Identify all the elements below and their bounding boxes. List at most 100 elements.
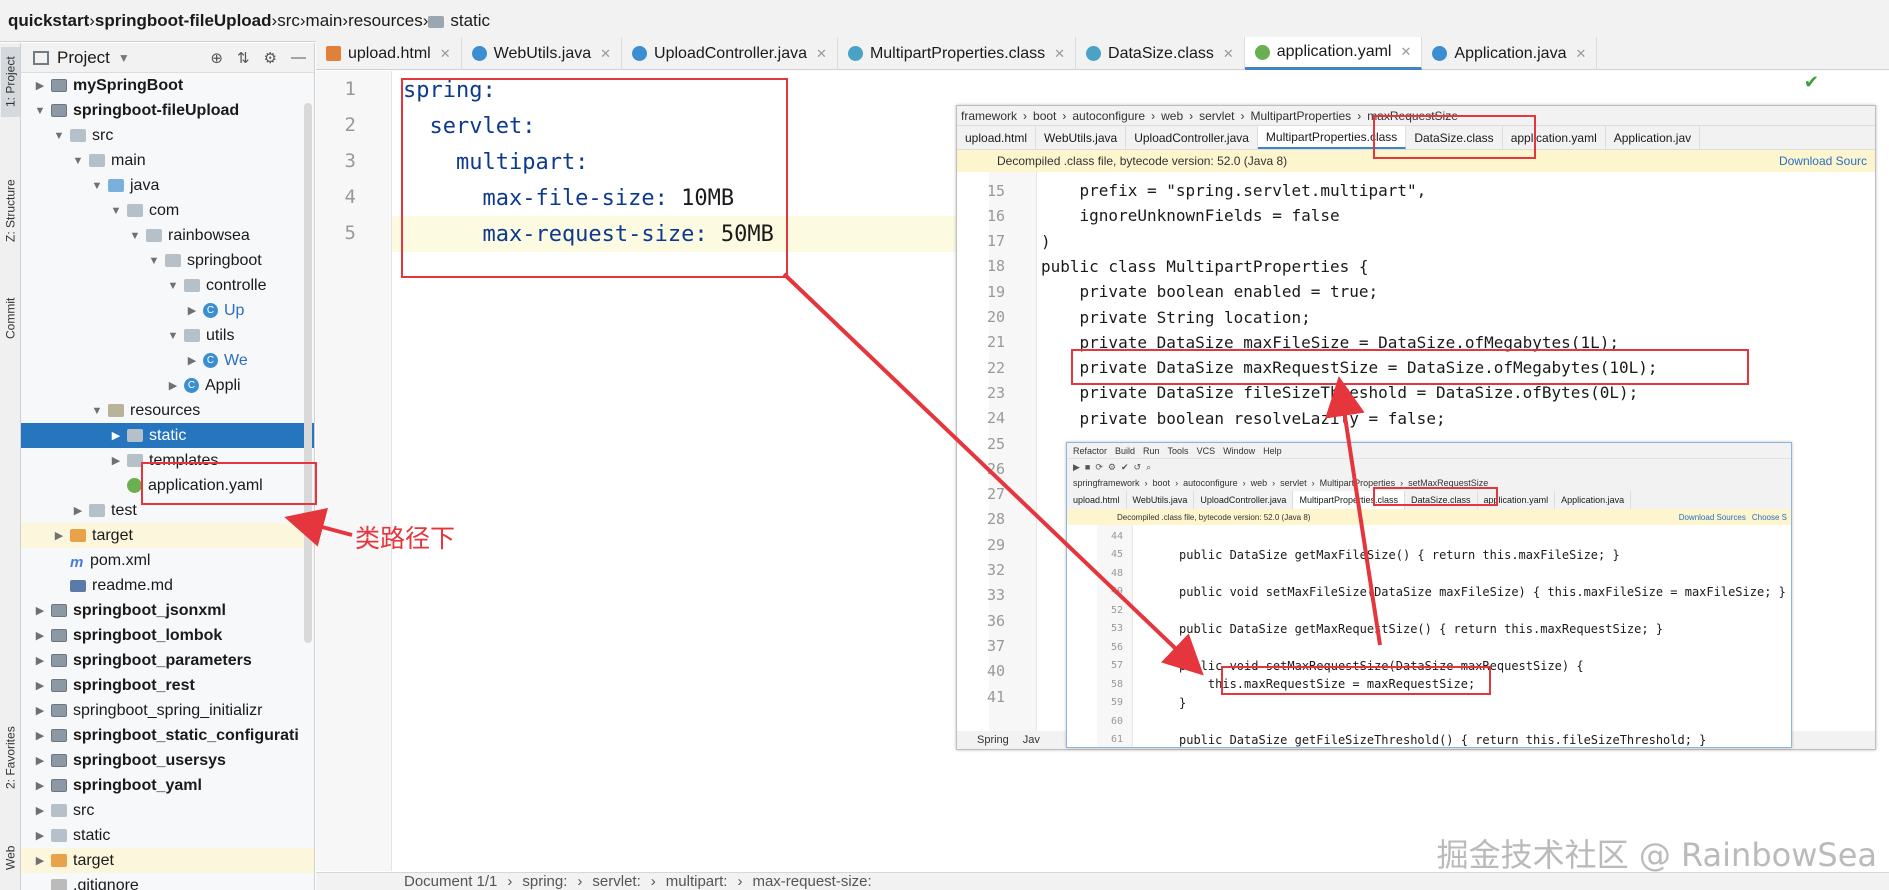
chevron-down-icon[interactable]: ▼ xyxy=(147,255,161,267)
chevron-right-icon[interactable]: ▶ xyxy=(33,704,47,717)
editor-tab[interactable]: upload.html ✕ xyxy=(316,37,462,70)
tree-item[interactable]: ▶ springboot_parameters xyxy=(21,648,314,673)
chevron-right-icon[interactable]: ▶ xyxy=(33,79,47,92)
chevron-right-icon[interactable]: ▶ xyxy=(33,729,47,742)
tree-item[interactable]: ▶ springboot_static_configurati xyxy=(21,723,314,748)
breadcrumb-item[interactable]: src xyxy=(277,11,300,31)
tree-item[interactable]: ▶ static xyxy=(21,823,314,848)
chevron-right-icon[interactable]: ▶ xyxy=(71,504,85,517)
tree-item[interactable]: ▶ C Up xyxy=(21,298,314,323)
breadcrumb-item[interactable]: quickstart xyxy=(8,11,89,31)
chevron-right-icon[interactable]: ▶ xyxy=(33,754,47,767)
chevron-right-icon[interactable]: ▶ xyxy=(33,854,47,867)
tree-item[interactable]: ▶ springboot_rest xyxy=(21,673,314,698)
editor-tab[interactable]: WebUtils.java ✕ xyxy=(462,37,623,70)
chevron-right-icon[interactable]: ▶ xyxy=(33,779,47,792)
tree-item[interactable]: ▶ C Appli xyxy=(21,373,314,398)
tree-item[interactable]: ▶ springboot_usersys xyxy=(21,748,314,773)
chevron-right-icon[interactable]: ▶ xyxy=(185,354,199,367)
tree-item[interactable]: ▼ src xyxy=(21,123,314,148)
tree-item[interactable]: application.yaml xyxy=(21,473,314,498)
tree-item[interactable]: ▶ C We xyxy=(21,348,314,373)
breadcrumb-item[interactable]: resources xyxy=(348,11,423,31)
favorites-tool-tab[interactable]: 2: Favorites xyxy=(1,713,20,803)
web-tool-tab[interactable]: Web xyxy=(1,833,20,883)
project-tool-tab[interactable]: 1: Project xyxy=(1,47,20,117)
chevron-down-icon[interactable]: ▼ xyxy=(109,205,123,217)
close-icon[interactable]: ✕ xyxy=(440,46,451,62)
chevron-right-icon[interactable]: ▶ xyxy=(33,804,47,817)
chevron-down-icon[interactable]: ▼ xyxy=(90,180,104,192)
editor-tab[interactable]: UploadController.java ✕ xyxy=(622,37,838,70)
code-line[interactable]: max-request-size: 50MB xyxy=(403,217,773,253)
chevron-right-icon[interactable]: ▶ xyxy=(33,679,47,692)
tree-item[interactable]: ▶ templates xyxy=(21,448,314,473)
chevron-right-icon[interactable]: ▶ xyxy=(33,654,47,667)
tree-item[interactable]: ▼ main xyxy=(21,148,314,173)
tree-item[interactable]: ▼ com xyxy=(21,198,314,223)
chevron-right-icon[interactable]: ▶ xyxy=(33,829,47,842)
editor-tab[interactable]: MultipartProperties.class ✕ xyxy=(838,37,1077,70)
chevron-down-icon[interactable]: ▼ xyxy=(33,105,47,117)
tree-item[interactable]: ▶ springboot_yaml xyxy=(21,773,314,798)
chevron-down-icon[interactable]: ▼ xyxy=(166,280,180,292)
project-panel-title[interactable]: Project xyxy=(57,48,110,68)
chevron-down-icon[interactable]: ▼ xyxy=(52,130,66,142)
close-icon[interactable]: ✕ xyxy=(600,46,611,62)
code-line[interactable]: servlet: xyxy=(403,109,535,145)
chevron-down-icon[interactable]: ▼ xyxy=(71,155,85,167)
tree-item[interactable]: readme.md xyxy=(21,573,314,598)
chevron-down-icon[interactable]: ▼ xyxy=(128,230,142,242)
editor-tab[interactable]: Application.java ✕ xyxy=(1422,37,1598,70)
tree-item[interactable]: .gitignore xyxy=(21,873,314,890)
close-icon[interactable]: ✕ xyxy=(1054,46,1065,62)
chevron-right-icon[interactable]: ▶ xyxy=(166,379,180,392)
tree-item[interactable]: ▶ static xyxy=(21,423,314,448)
status-item[interactable]: Document 1/1 xyxy=(404,873,497,890)
status-item[interactable]: spring: xyxy=(522,873,567,890)
tree-item[interactable]: ▶ target xyxy=(21,848,314,873)
locate-icon[interactable]: ⊕ xyxy=(210,49,223,67)
tree-item[interactable]: ▼ utils xyxy=(21,323,314,348)
breadcrumb-item[interactable]: springboot-fileUpload xyxy=(95,11,272,31)
close-icon[interactable]: ✕ xyxy=(1400,44,1411,60)
tree-item[interactable]: ▼ rainbowsea xyxy=(21,223,314,248)
chevron-right-icon[interactable]: ▶ xyxy=(109,429,123,442)
collapse-all-icon[interactable]: ⇅ xyxy=(237,49,250,67)
tree-item[interactable]: ▶ mySpringBoot xyxy=(21,73,314,98)
editor-tab[interactable]: application.yaml ✕ xyxy=(1244,37,1423,70)
tree-item[interactable]: ▼ controlle xyxy=(21,273,314,298)
status-item[interactable]: max-request-size: xyxy=(752,873,871,890)
gear-icon[interactable]: ⚙ xyxy=(264,49,277,67)
chevron-right-icon[interactable]: ▶ xyxy=(52,529,66,542)
close-icon[interactable]: ✕ xyxy=(816,46,827,62)
breadcrumb-item[interactable]: static xyxy=(428,11,490,31)
tree-item[interactable]: ▶ springboot_jsonxml xyxy=(21,598,314,623)
chevron-down-icon[interactable]: ▼ xyxy=(90,405,104,417)
chevron-right-icon[interactable]: ▶ xyxy=(185,304,199,317)
code-line[interactable]: spring: xyxy=(403,73,496,109)
chevron-right-icon[interactable]: ▶ xyxy=(33,629,47,642)
tree-item[interactable]: ▶ springboot_lombok xyxy=(21,623,314,648)
chevron-down-icon[interactable]: ▼ xyxy=(118,51,130,65)
tree-item[interactable]: ▶ target xyxy=(21,523,314,548)
chevron-right-icon[interactable]: ▶ xyxy=(33,604,47,617)
status-item[interactable]: multipart: xyxy=(666,873,728,890)
tree-item[interactable]: ▼ springboot-fileUpload xyxy=(21,98,314,123)
hide-icon[interactable]: — xyxy=(291,49,306,67)
structure-tool-tab[interactable]: Z: Structure xyxy=(1,153,20,268)
tree-item[interactable]: m pom.xml xyxy=(21,548,314,573)
status-item[interactable]: servlet: xyxy=(592,873,640,890)
close-icon[interactable]: ✕ xyxy=(1575,46,1586,62)
chevron-down-icon[interactable]: ▼ xyxy=(166,330,180,342)
tree-item[interactable]: ▶ src xyxy=(21,798,314,823)
code-line[interactable]: multipart: xyxy=(403,145,588,181)
tree-item[interactable]: ▼ java xyxy=(21,173,314,198)
download-sources-link[interactable]: Download Sourc xyxy=(1779,154,1867,168)
tree-item[interactable]: ▼ springboot xyxy=(21,248,314,273)
close-icon[interactable]: ✕ xyxy=(1223,46,1234,62)
tree-item[interactable]: ▶ test xyxy=(21,498,314,523)
tree-item[interactable]: ▼ resources xyxy=(21,398,314,423)
commit-tool-tab[interactable]: Commit xyxy=(1,283,20,353)
tree-item[interactable]: ▶ springboot_spring_initializr xyxy=(21,698,314,723)
